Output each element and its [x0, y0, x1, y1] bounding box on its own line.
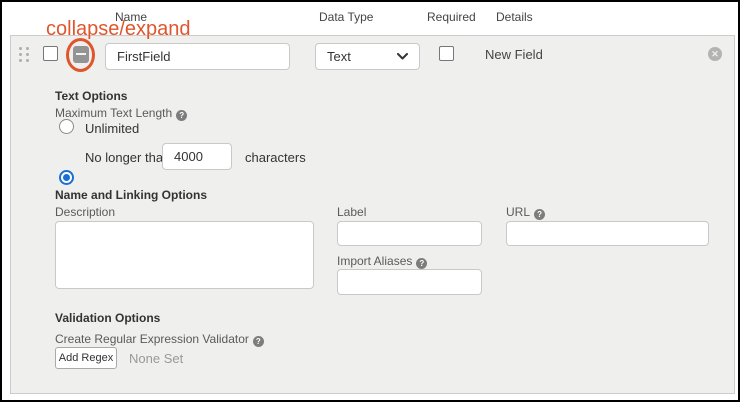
regex-validator-label: Create Regular Expression Validator?	[55, 332, 264, 347]
text-options-title: Text Options	[55, 89, 127, 103]
regex-validator-text: Create Regular Expression Validator	[55, 332, 249, 346]
collapse-expand-annotation: collapse/expand	[46, 18, 191, 41]
data-type-select[interactable]: Text	[315, 43, 420, 70]
data-type-selected-value: Text	[327, 49, 351, 64]
description-textarea[interactable]	[55, 221, 314, 289]
characters-label: characters	[245, 150, 306, 165]
import-aliases-label: Import Aliases?	[337, 254, 427, 269]
description-label: Description	[55, 205, 115, 219]
help-icon[interactable]: ?	[253, 336, 264, 347]
field-name-input[interactable]	[105, 43, 290, 70]
row-select-checkbox[interactable]	[43, 46, 58, 61]
url-label: URL?	[506, 205, 545, 220]
required-checkbox[interactable]	[439, 46, 454, 61]
column-header-details: Details	[496, 10, 533, 24]
no-longer-than-label[interactable]: No longer than	[85, 150, 170, 165]
field-editor-screenshot: { "annotation": { "label": "collapse/exp…	[0, 0, 740, 402]
chevron-down-icon	[397, 53, 408, 60]
max-text-length-text: Maximum Text Length	[55, 106, 172, 120]
minus-icon	[76, 53, 86, 55]
column-header-required: Required	[427, 10, 476, 24]
none-set-label: None Set	[129, 351, 183, 366]
validation-options-title: Validation Options	[55, 311, 160, 325]
label-label: Label	[337, 205, 366, 219]
unlimited-radio[interactable]	[59, 119, 74, 134]
close-icon[interactable]: ✕	[708, 47, 722, 61]
help-icon[interactable]: ?	[534, 209, 545, 220]
collapse-expand-button[interactable]	[73, 46, 89, 63]
import-aliases-input[interactable]	[337, 269, 482, 295]
max-text-length-label: Maximum Text Length?	[55, 106, 187, 121]
max-chars-input[interactable]	[162, 143, 232, 170]
import-aliases-text: Import Aliases	[337, 254, 412, 268]
column-header-data-type: Data Type	[319, 10, 373, 24]
drag-handle-icon[interactable]	[19, 47, 29, 62]
url-input[interactable]	[506, 221, 709, 246]
unlimited-label[interactable]: Unlimited	[85, 121, 139, 136]
name-linking-title: Name and Linking Options	[55, 188, 207, 202]
label-input[interactable]	[337, 221, 482, 246]
help-icon[interactable]: ?	[416, 258, 427, 269]
add-regex-button[interactable]: Add Regex	[55, 347, 117, 369]
help-icon[interactable]: ?	[176, 110, 187, 121]
field-details-text: New Field	[485, 47, 543, 62]
no-longer-than-radio[interactable]	[59, 170, 74, 185]
url-label-text: URL	[506, 205, 530, 219]
